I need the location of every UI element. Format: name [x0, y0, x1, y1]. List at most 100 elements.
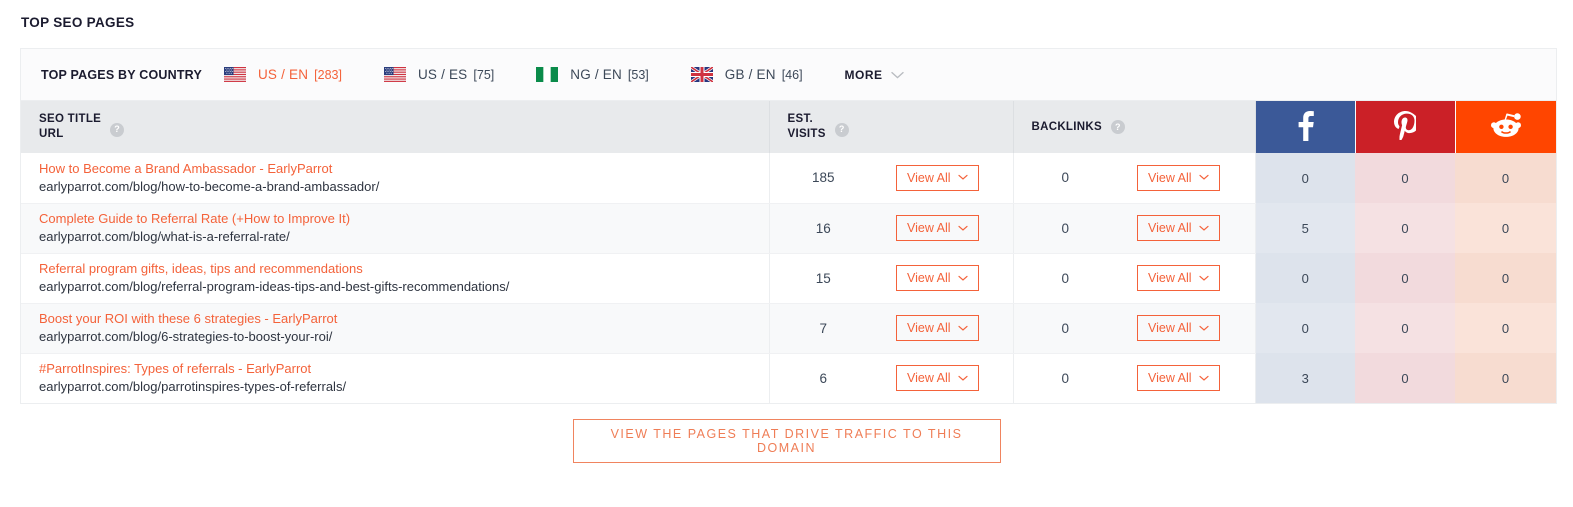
column-header-backlinks: BACKLINKS ? [1013, 101, 1256, 153]
cell-pinterest-shares: 0 [1355, 303, 1456, 353]
chevron-down-icon [957, 275, 968, 281]
view-all-visits-button[interactable]: View All [895, 164, 979, 191]
country-tab-gb-en[interactable]: GB / EN [46] [690, 67, 803, 82]
gb-flag-icon [690, 67, 713, 82]
view-all-label: View All [1148, 321, 1192, 335]
view-all-visits-button[interactable]: View All [895, 315, 979, 341]
seo-title-link[interactable]: Referral program gifts, ideas, tips and … [39, 261, 755, 277]
cell-seo-title-url: How to Become a Brand Ambassador - Early… [21, 153, 770, 204]
seo-title-link[interactable]: Complete Guide to Referral Rate (+How to… [39, 211, 755, 227]
facebook-icon [1298, 110, 1314, 141]
country-tab-us-es[interactable]: US / ES [75] [383, 67, 495, 82]
chevron-down-icon [1198, 375, 1209, 381]
view-all-label: View All [906, 221, 951, 235]
view-all-backlinks-button[interactable]: View All [1137, 365, 1220, 392]
column-header-est-visits: EST. VISITS ? [769, 101, 1014, 153]
view-all-label: View All [906, 170, 951, 185]
view-all-visits-button[interactable]: View All [895, 265, 979, 291]
view-all-label: View All [906, 321, 951, 335]
seo-url: earlyparrot.com/blog/how-to-become-a-bra… [39, 178, 380, 194]
cell-backlinks-action: View All [1117, 153, 1256, 204]
view-all-backlinks-button[interactable]: View All [1137, 164, 1220, 191]
column-header-pinterest [1355, 101, 1456, 153]
cell-reddit-shares: 0 [1455, 203, 1557, 253]
country-tab-name: US / ES [417, 67, 468, 82]
country-tab-count: [75] [473, 67, 495, 82]
seo-url: earlyparrot.com/blog/referral-program-id… [39, 279, 510, 294]
pinterest-icon [1394, 111, 1420, 142]
column-header-seo-title-url: SEO TITLE URL ? [21, 101, 770, 153]
help-icon[interactable]: ? [1110, 120, 1125, 134]
more-countries-button[interactable]: MORE [845, 68, 904, 82]
cell-reddit-shares: 0 [1455, 303, 1557, 353]
cell-est-visits: 7 [769, 303, 877, 354]
cell-reddit-shares: 0 [1455, 253, 1557, 303]
seo-url: earlyparrot.com/blog/what-is-a-referral-… [39, 229, 290, 244]
view-all-backlinks-button[interactable]: View All [1137, 215, 1220, 241]
more-countries-label: MORE [844, 67, 883, 82]
cell-est-visits-action: View All [877, 153, 1014, 204]
seo-title-link[interactable]: Boost your ROI with these 6 strategies -… [39, 311, 755, 327]
view-all-visits-button[interactable]: View All [895, 215, 979, 241]
cell-facebook-shares: 0 [1255, 253, 1356, 303]
cell-backlinks-action: View All [1117, 303, 1256, 354]
table-header-row: SEO TITLE URL ? EST. VISITS ? BACKLINKS … [21, 101, 1557, 153]
view-traffic-pages-button[interactable]: VIEW THE PAGES THAT DRIVE TRAFFIC TO THI… [572, 419, 1001, 463]
us-flag-icon [223, 67, 246, 82]
chevron-down-icon [957, 375, 968, 381]
help-icon[interactable]: ? [110, 122, 125, 137]
cell-facebook-shares: 0 [1255, 303, 1356, 353]
cell-pinterest-shares: 0 [1355, 203, 1456, 253]
top-seo-pages-table: SEO TITLE URL ? EST. VISITS ? BACKLINKS … [21, 101, 1557, 403]
country-filter-bar: TOP PAGES BY COUNTRY US / EN [283] US / … [21, 49, 1556, 101]
view-all-visits-button[interactable]: View All [895, 365, 979, 392]
chevron-down-icon [1198, 275, 1209, 281]
cell-seo-title-url: #ParrotInspires: Types of referrals - Ea… [21, 353, 770, 403]
view-all-label: View All [1148, 170, 1192, 185]
cell-backlinks: 0 [1013, 353, 1118, 403]
seo-title-link[interactable]: #ParrotInspires: Types of referrals - Ea… [39, 361, 755, 377]
view-all-label: View All [1148, 221, 1192, 235]
column-header-facebook [1255, 101, 1356, 153]
chevron-down-icon [1198, 175, 1209, 181]
column-header-seo-title: SEO TITLE [39, 113, 102, 126]
us-flag-icon [383, 67, 406, 82]
table-row: #ParrotInspires: Types of referrals - Ea… [21, 353, 1557, 403]
cell-est-visits-action: View All [877, 253, 1014, 304]
cell-est-visits-action: View All [877, 203, 1014, 254]
seo-url: earlyparrot.com/blog/parrotinspires-type… [39, 379, 347, 395]
cell-seo-title-url: Referral program gifts, ideas, tips and … [21, 253, 770, 304]
country-tab-name: NG / EN [570, 67, 622, 82]
cell-seo-title-url: Boost your ROI with these 6 strategies -… [21, 303, 770, 354]
chevron-down-icon [957, 175, 968, 181]
cell-facebook-shares: 5 [1255, 203, 1356, 253]
view-all-label: View All [1148, 271, 1192, 285]
country-tab-count: [283] [314, 67, 342, 82]
country-tab-us-en[interactable]: US / EN [283] [223, 67, 342, 82]
cell-reddit-shares: 0 [1455, 153, 1557, 203]
cell-backlinks: 0 [1013, 253, 1118, 304]
table-body: How to Become a Brand Ambassador - Early… [21, 153, 1557, 403]
seo-title-link[interactable]: How to Become a Brand Ambassador - Early… [39, 161, 755, 177]
view-all-backlinks-button[interactable]: View All [1137, 265, 1220, 291]
cell-est-visits: 6 [769, 353, 877, 403]
view-all-backlinks-button[interactable]: View All [1137, 315, 1220, 341]
country-tab-ng-en[interactable]: NG / EN [53] [536, 67, 649, 82]
table-row: Referral program gifts, ideas, tips and … [21, 253, 1557, 304]
chevron-down-icon [957, 225, 968, 231]
reddit-icon [1490, 113, 1521, 137]
country-tab-count: [46] [781, 67, 803, 82]
cell-pinterest-shares: 0 [1355, 153, 1456, 203]
chevron-down-icon [1198, 225, 1209, 231]
cell-est-visits-action: View All [877, 353, 1014, 403]
cell-backlinks-action: View All [1117, 253, 1256, 304]
cell-est-visits: 185 [769, 153, 877, 204]
help-icon[interactable]: ? [834, 122, 849, 137]
cell-backlinks: 0 [1013, 153, 1118, 204]
cell-pinterest-shares: 0 [1355, 253, 1456, 303]
cell-reddit-shares: 0 [1455, 353, 1557, 403]
country-filter-label: TOP PAGES BY COUNTRY [41, 67, 202, 82]
country-tab-name: GB / EN [724, 67, 776, 82]
cell-seo-title-url: Complete Guide to Referral Rate (+How to… [21, 203, 770, 254]
column-header-reddit [1455, 101, 1557, 153]
